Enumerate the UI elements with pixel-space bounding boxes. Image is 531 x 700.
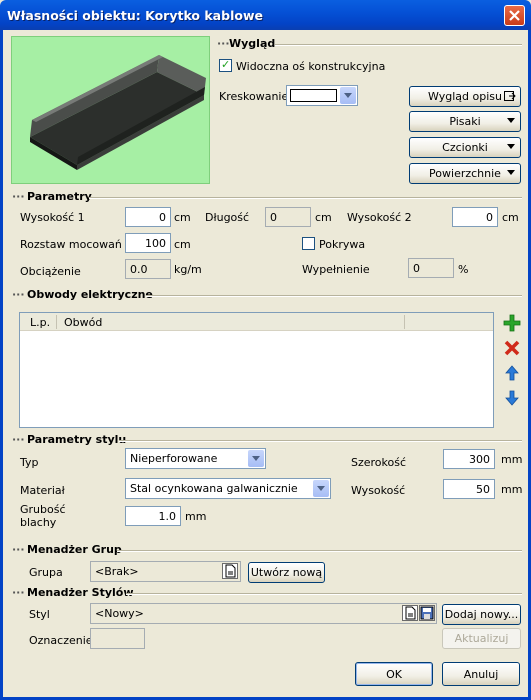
grubosc-label-line2: blachy [20,516,57,529]
circuits-table[interactable]: L.p. Obwód [19,312,494,428]
section-parametry: ··· Parametry [12,190,522,204]
kreskowanie-label: Kreskowanie [219,90,289,103]
cable-tray-illustration [30,55,206,170]
czcionki-button[interactable]: Czcionki [409,137,521,158]
visible-axis-checkbox[interactable] [219,58,232,72]
ok-button[interactable]: OK [355,662,433,686]
window-title: Własności obiektu: Korytko kablowe [7,8,263,23]
delete-icon [504,340,520,356]
arrow-up-icon [505,365,519,381]
close-icon [509,10,520,21]
styl-value: <Nowy> [90,603,437,624]
chevron-down-icon [248,450,264,467]
save-icon [420,606,434,620]
utworz-nowa-button[interactable]: Utwórz nową [248,562,325,583]
circuits-table-header: L.p. Obwód [20,313,493,331]
material-select[interactable]: Stal ocynkowana galwanicznie [125,478,331,499]
dlugosc-unit: cm [315,211,332,224]
wysokosc2-input[interactable]: 0 [452,207,498,227]
add-circuit-button[interactable] [503,314,521,332]
wypelnienie-unit: % [458,263,469,276]
dropdown-arrow-icon [507,144,515,149]
section-menadzer-grup-title: Menadżer Grup [27,543,122,556]
column-header-obwod[interactable]: Obwód [64,316,102,329]
section-wyglad-title: Wygląd [229,37,276,50]
rozstaw-label: Rozstaw mocowań [20,238,122,251]
section-parametry-title: Parametry [27,190,92,203]
cancel-button[interactable]: Anuluj [442,662,520,686]
pokrywa-checkbox[interactable] [302,237,315,250]
szerokosc-unit: mm [501,453,523,466]
wypelnienie-value: 0 [408,258,454,278]
section-menadzer-grup: ··· Menadżer Grup [12,543,522,557]
chevron-down-icon [313,480,329,497]
styl-edit-button[interactable] [402,605,418,621]
document-icon [225,564,236,578]
wysokosc-label: Wysokość [351,484,406,497]
obciazenie-value: 0.0 [125,259,171,279]
grupa-label: Grupa [29,566,63,579]
szerokosc-input[interactable]: 300 [443,449,495,469]
wysokosc2-label: Wysokość 2 [347,211,412,224]
wysokosc-unit: mm [501,483,523,496]
grubosc-unit: mm [185,510,207,523]
kreskowanie-select[interactable] [286,85,358,106]
open-dialog-icon [504,91,516,101]
add-icon [503,314,521,332]
section-parametry-stylu: ··· Parametry stylu [12,433,522,447]
aktualizuj-button[interactable]: Aktualizuj [442,628,521,649]
grubosc-label-line1: Grubość [20,503,66,516]
dodaj-nowy-button[interactable]: Dodaj nowy... [442,604,521,625]
dlugosc-value: 0 [265,207,311,227]
section-parametry-stylu-title: Parametry stylu [27,433,127,446]
document-icon [405,606,416,620]
wypelnienie-label: Wypełnienie [302,263,370,276]
dropdown-arrow-icon [507,118,515,123]
section-menadzer-stylow-title: Menadżer Stylów [27,586,134,599]
dropdown-arrow-icon [507,170,515,175]
material-label: Materiał [20,484,65,497]
grupa-browse-button[interactable] [222,563,238,579]
rozstaw-input[interactable]: 100 [125,233,171,253]
wysokosc2-unit: cm [502,211,519,224]
close-button[interactable] [504,5,525,26]
section-obwody: ··· Obwody elektryczne [12,288,522,302]
section-obwody-title: Obwody elektryczne [27,288,153,301]
oznaczenie-value [90,628,145,649]
wysokosc1-unit: cm [174,211,191,224]
section-wyglad: ··· Wygląd [217,37,522,51]
oznaczenie-label: Oznaczenie [29,634,93,647]
grupa-value: <Brak> [90,561,241,582]
typ-select[interactable]: Nieperforowane [125,448,266,469]
obciazenie-unit: kg/m [174,263,202,276]
dlugosc-label: Długość [205,211,250,224]
grubosc-input[interactable]: 1.0 [125,506,181,526]
typ-label: Typ [20,456,39,469]
chevron-down-icon [340,87,356,104]
pisaki-button[interactable]: Pisaki [409,111,521,132]
wysokosc-input[interactable]: 50 [443,479,495,499]
move-down-button[interactable] [503,389,521,407]
move-up-button[interactable] [503,364,521,382]
rozstaw-unit: cm [174,238,191,251]
szerokosc-label: Szerokość [351,456,407,469]
wysokosc1-label: Wysokość 1 [20,211,85,224]
column-header-lp[interactable]: L.p. [30,316,50,329]
arrow-down-icon [505,390,519,406]
pokrywa-label: Pokrywa [319,238,366,251]
object-preview [11,36,210,184]
delete-circuit-button[interactable] [503,339,521,357]
powierzchnie-button[interactable]: Powierzchnie [409,163,521,184]
title-bar: Własności obiektu: Korytko kablowe [0,0,531,30]
obciazenie-label: Obciążenie [20,265,81,278]
section-menadzer-stylow: ··· Menadżer Stylów [12,586,522,600]
wysokosc1-input[interactable]: 0 [125,207,171,227]
wyglad-opisu-button[interactable]: Wygląd opisu [409,86,521,107]
styl-save-button[interactable] [419,605,435,621]
visible-axis-label: Widoczna oś konstrukcyjna [236,60,386,73]
styl-label: Styl [29,608,50,621]
